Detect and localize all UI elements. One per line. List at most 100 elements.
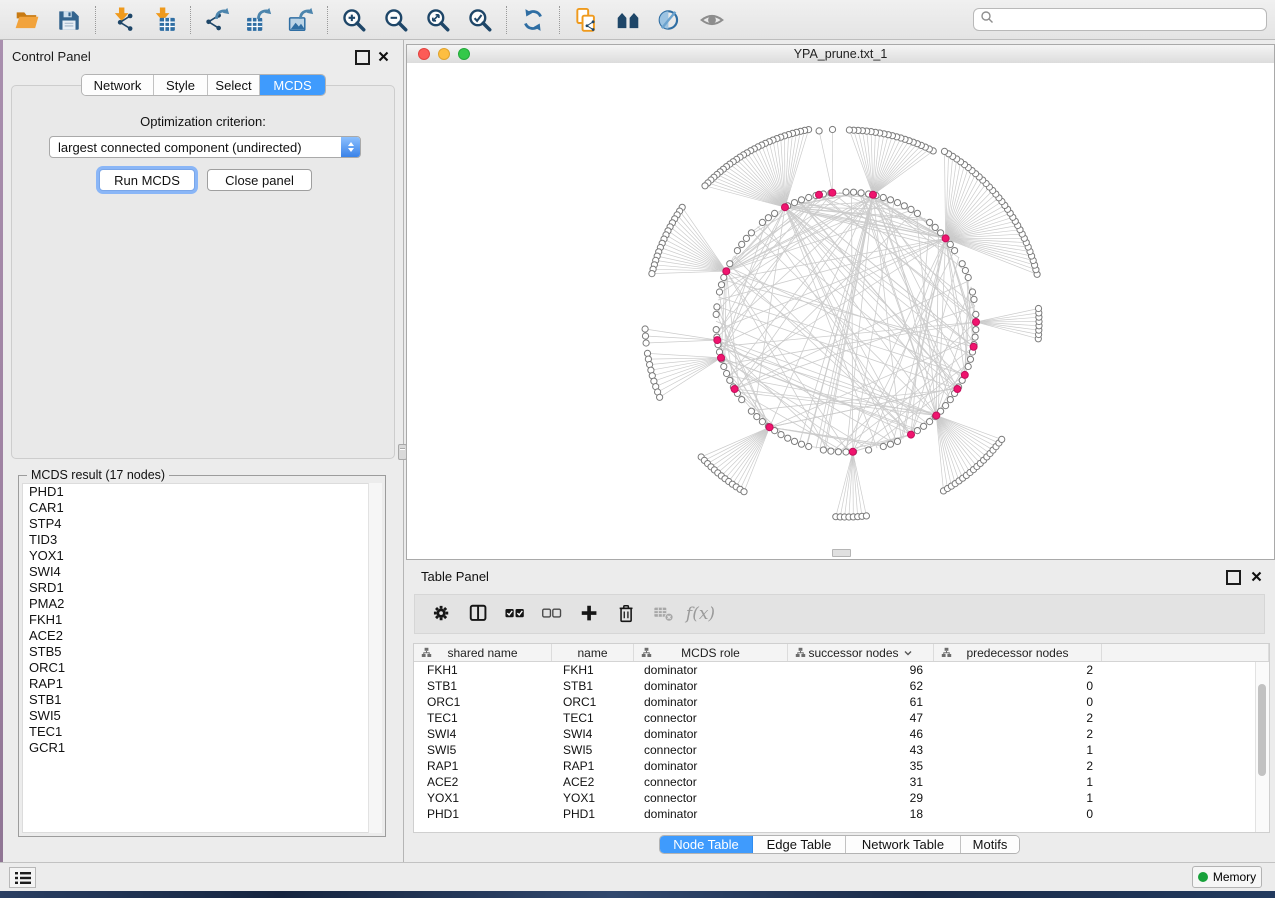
mcds-result-item[interactable]: SWI5 <box>23 708 381 724</box>
select-all-columns-icon[interactable] <box>497 597 534 631</box>
network-graph[interactable] <box>407 63 1274 559</box>
search-input[interactable] <box>998 12 1260 28</box>
hide-graphics-details-icon[interactable] <box>649 3 691 37</box>
column-header-shared-name[interactable]: shared name <box>414 644 552 661</box>
clone-network-icon[interactable] <box>565 3 607 37</box>
column-header-successor-nodes[interactable]: successor nodes <box>788 644 934 661</box>
cell-name: YOX1 <box>552 790 634 806</box>
mcds-result-item[interactable]: FKH1 <box>23 612 381 628</box>
tab-style[interactable]: Style <box>154 75 208 95</box>
table-tab-node-table[interactable]: Node Table <box>660 836 753 853</box>
mcds-result-item[interactable]: STB1 <box>23 692 381 708</box>
import-table-icon[interactable] <box>143 3 185 37</box>
main-toolbar <box>0 0 1275 40</box>
tab-network[interactable]: Network <box>82 75 154 95</box>
mcds-result-item[interactable]: SRD1 <box>23 580 381 596</box>
save-session-icon[interactable] <box>48 3 90 37</box>
table-row[interactable]: ORC1ORC1dominator610 <box>414 694 1269 710</box>
memory-button[interactable]: Memory <box>1192 866 1262 888</box>
toolbar-separator <box>95 6 96 34</box>
table-row[interactable]: PHD1PHD1dominator180 <box>414 806 1269 822</box>
table-toolbar: f(x) <box>414 594 1265 634</box>
mcds-result-item[interactable]: SWI4 <box>23 564 381 580</box>
zoom-out-icon[interactable] <box>375 3 417 37</box>
apply-layout-icon[interactable] <box>512 3 554 37</box>
cell-shared-name: SWI5 <box>414 742 552 758</box>
column-settings-icon[interactable] <box>423 597 460 631</box>
show-graphics-details-icon[interactable] <box>691 3 733 37</box>
mcds-result-item[interactable]: TID3 <box>23 532 381 548</box>
column-header-predecessor-nodes[interactable]: predecessor nodes <box>934 644 1102 661</box>
mcds-result-item[interactable]: PHD1 <box>23 484 381 500</box>
zoom-selected-icon[interactable] <box>459 3 501 37</box>
search-box[interactable] <box>973 8 1267 31</box>
control-panel-close-icon[interactable] <box>377 50 390 63</box>
zoom-fit-icon[interactable] <box>417 3 459 37</box>
export-table-icon[interactable] <box>238 3 280 37</box>
table-tab-edge-table[interactable]: Edge Table <box>753 836 846 853</box>
find-icon[interactable] <box>607 3 649 37</box>
close-panel-button[interactable]: Close panel <box>207 169 312 191</box>
table-scrollbar-thumb[interactable] <box>1258 684 1266 776</box>
delete-columns-icon[interactable] <box>608 597 645 631</box>
mcds-result-item[interactable]: YOX1 <box>23 548 381 564</box>
cell-predecessor-nodes: 2 <box>934 710 1102 726</box>
mcds-result-list[interactable]: PHD1CAR1STP4TID3YOX1SWI4SRD1PMA2FKH1ACE2… <box>22 483 382 833</box>
optimization-criterion-select[interactable]: largest connected component (undirected) <box>49 136 361 158</box>
cell-name: FKH1 <box>552 662 634 678</box>
network-window-titlebar[interactable]: YPA_prune.txt_1 <box>407 45 1274 64</box>
table-row[interactable]: SWI4SWI4dominator462 <box>414 726 1269 742</box>
mcds-result-item[interactable]: ACE2 <box>23 628 381 644</box>
table-tab-network-table[interactable]: Network Table <box>846 836 961 853</box>
table-row[interactable]: TEC1TEC1connector472 <box>414 710 1269 726</box>
cell-name: ORC1 <box>552 694 634 710</box>
cell-MCDS-role: connector <box>634 710 788 726</box>
run-mcds-button[interactable]: Run MCDS <box>99 169 195 191</box>
table-panel-float-icon[interactable] <box>1226 570 1241 585</box>
network-divider-handle[interactable] <box>832 549 851 557</box>
task-history-button[interactable] <box>9 867 36 888</box>
export-network-icon[interactable] <box>196 3 238 37</box>
control-panel-title: Control Panel <box>12 49 91 64</box>
app-root: Control Panel NetworkStyleSelectMCDS Opt… <box>0 0 1275 898</box>
table-tab-motifs[interactable]: Motifs <box>961 836 1019 853</box>
zoom-in-icon[interactable] <box>333 3 375 37</box>
table-row[interactable]: ACE2ACE2connector311 <box>414 774 1269 790</box>
table-row[interactable]: RAP1RAP1dominator352 <box>414 758 1269 774</box>
control-panel-float-icon[interactable] <box>355 50 370 65</box>
tab-select[interactable]: Select <box>208 75 260 95</box>
table-panel-close-icon[interactable] <box>1250 570 1263 583</box>
mcds-result-item[interactable]: PMA2 <box>23 596 381 612</box>
cell-MCDS-role: dominator <box>634 758 788 774</box>
table-row[interactable]: SWI5SWI5connector431 <box>414 742 1269 758</box>
table-scrollbar[interactable] <box>1255 662 1269 832</box>
table-tabs: Node TableEdge TableNetwork TableMotifs <box>659 835 1020 854</box>
mcds-result-item[interactable]: ORC1 <box>23 660 381 676</box>
table-row[interactable]: STB1STB1dominator620 <box>414 678 1269 694</box>
mcds-result-scrollbar[interactable] <box>368 483 382 833</box>
export-image-icon[interactable] <box>280 3 322 37</box>
open-session-icon[interactable] <box>6 3 48 37</box>
cell-shared-name: TEC1 <box>414 710 552 726</box>
mcds-result-item[interactable]: STB5 <box>23 644 381 660</box>
mcds-result-item[interactable]: STP4 <box>23 516 381 532</box>
table-row[interactable]: YOX1YOX1connector291 <box>414 790 1269 806</box>
cell-shared-name: ORC1 <box>414 694 552 710</box>
mcds-result-item[interactable]: TEC1 <box>23 724 381 740</box>
criterion-value: largest connected component (undirected) <box>50 140 341 155</box>
column-header-name[interactable]: name <box>552 644 634 661</box>
tab-mcds[interactable]: MCDS <box>260 75 325 95</box>
mcds-result-item[interactable]: RAP1 <box>23 676 381 692</box>
mcds-result-item[interactable]: GCR1 <box>23 740 381 756</box>
table-row[interactable]: FKH1FKH1dominator962 <box>414 662 1269 678</box>
cell-MCDS-role: connector <box>634 790 788 806</box>
unselect-all-columns-icon[interactable] <box>534 597 571 631</box>
show-column-panel-icon[interactable] <box>460 597 497 631</box>
cell-MCDS-role: dominator <box>634 662 788 678</box>
search-icon <box>980 10 994 29</box>
create-column-icon[interactable] <box>571 597 608 631</box>
cell-name: SWI5 <box>552 742 634 758</box>
import-network-icon[interactable] <box>101 3 143 37</box>
column-header-MCDS-role[interactable]: MCDS role <box>634 644 788 661</box>
mcds-result-item[interactable]: CAR1 <box>23 500 381 516</box>
